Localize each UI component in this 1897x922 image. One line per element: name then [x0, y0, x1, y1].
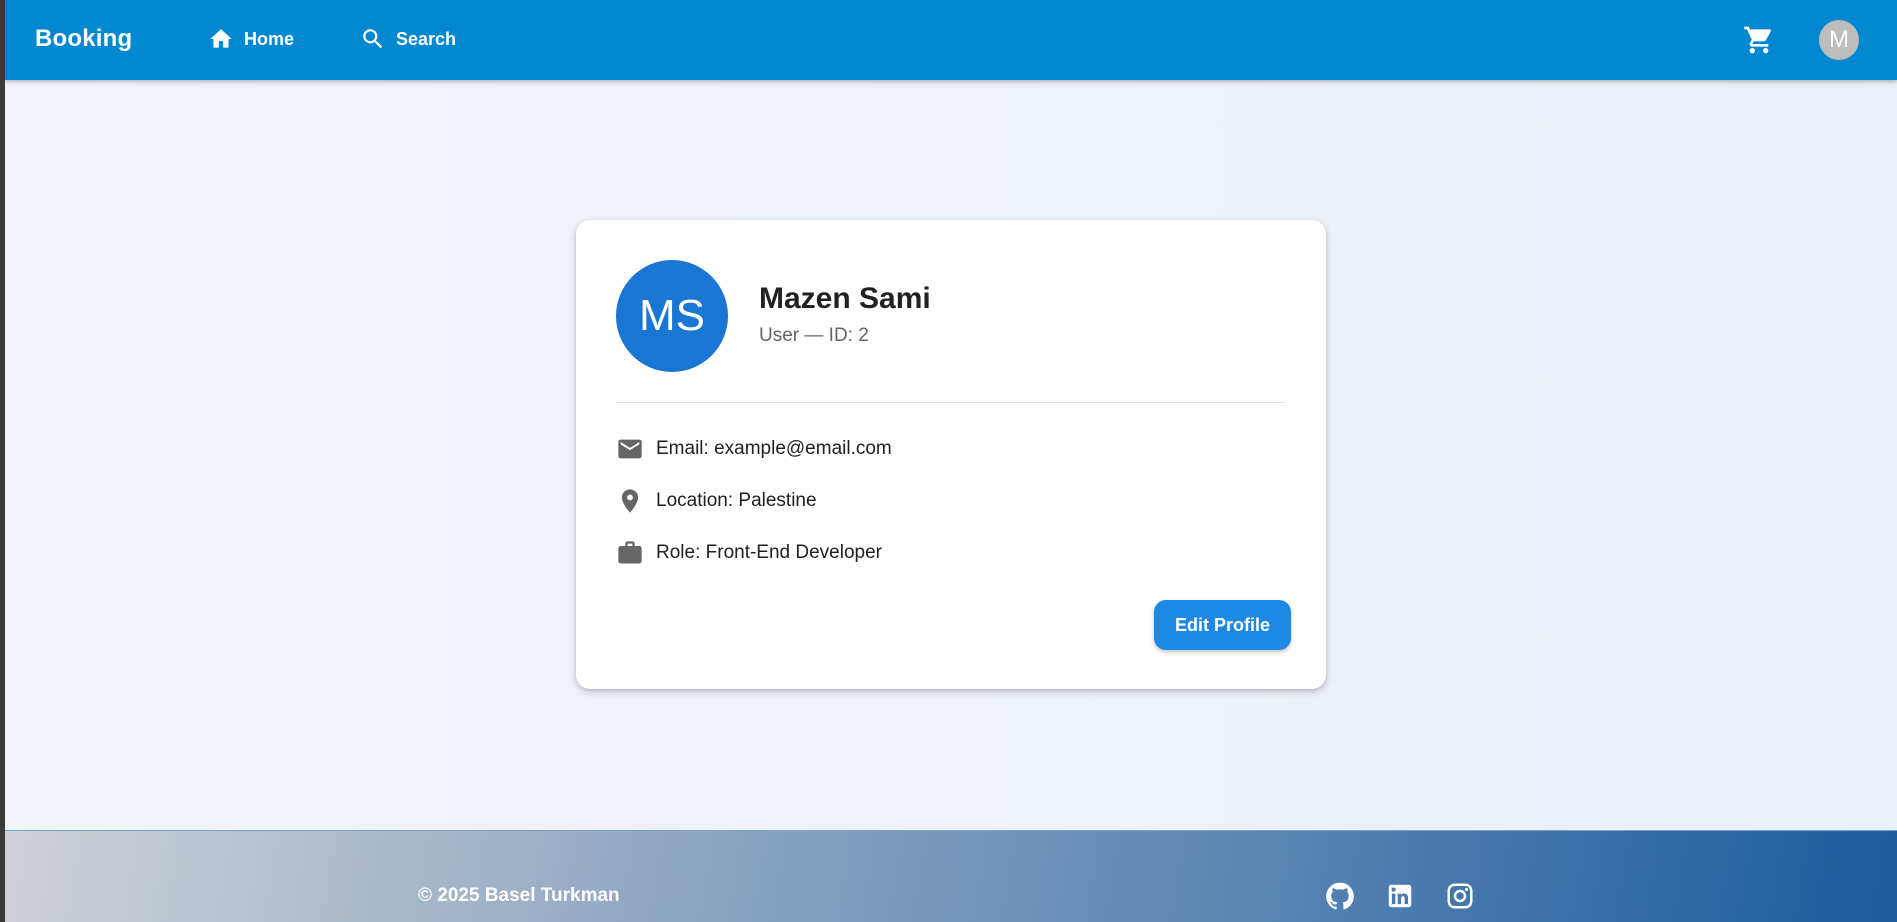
profile-avatar: MS — [616, 260, 728, 372]
info-row-email: Email: example@email.com — [616, 434, 892, 464]
profile-name: Mazen Sami — [759, 282, 931, 315]
info-email-text: Email: example@email.com — [656, 438, 892, 459]
briefcase-icon — [618, 541, 642, 564]
edit-profile-button[interactable]: Edit Profile — [1154, 600, 1291, 650]
cart-button[interactable] — [1743, 24, 1775, 56]
profile-subtitle: User — ID: 2 — [759, 325, 869, 346]
footer: © 2025 Basel Turkman — [5, 830, 1897, 922]
cart-icon — [1744, 26, 1772, 54]
info-role-text: Role: Front-End Developer — [656, 542, 882, 563]
github-link[interactable] — [1325, 881, 1355, 911]
location-pin-icon — [621, 489, 639, 513]
nav-home-button[interactable]: Home — [208, 20, 294, 58]
home-icon — [210, 29, 232, 48]
linkedin-icon — [1388, 884, 1412, 908]
app-bar: Booking Home Search M — [5, 0, 1897, 80]
info-row-location: Location: Palestine — [616, 486, 817, 516]
footer-copyright: © 2025 Basel Turkman — [418, 885, 620, 906]
instagram-link[interactable] — [1445, 881, 1475, 911]
email-icon — [618, 439, 642, 459]
nav-search-label: Search — [396, 28, 457, 49]
info-location-text: Location: Palestine — [656, 490, 817, 511]
brand-title[interactable]: Booking — [35, 25, 132, 53]
user-avatar-button[interactable]: M — [1819, 20, 1859, 60]
linkedin-link[interactable] — [1385, 881, 1415, 911]
nav-search-button[interactable]: Search — [360, 20, 456, 58]
profile-divider — [616, 402, 1286, 403]
page: Booking Home Search M MS Mazen Sami User… — [5, 0, 1897, 922]
nav-home-label: Home — [244, 28, 295, 49]
profile-card: MS Mazen Sami User — ID: 2 Email: exampl… — [576, 220, 1326, 689]
search-icon — [363, 29, 383, 49]
instagram-icon — [1447, 883, 1473, 909]
info-row-role: Role: Front-End Developer — [616, 538, 882, 568]
github-icon — [1326, 882, 1354, 910]
